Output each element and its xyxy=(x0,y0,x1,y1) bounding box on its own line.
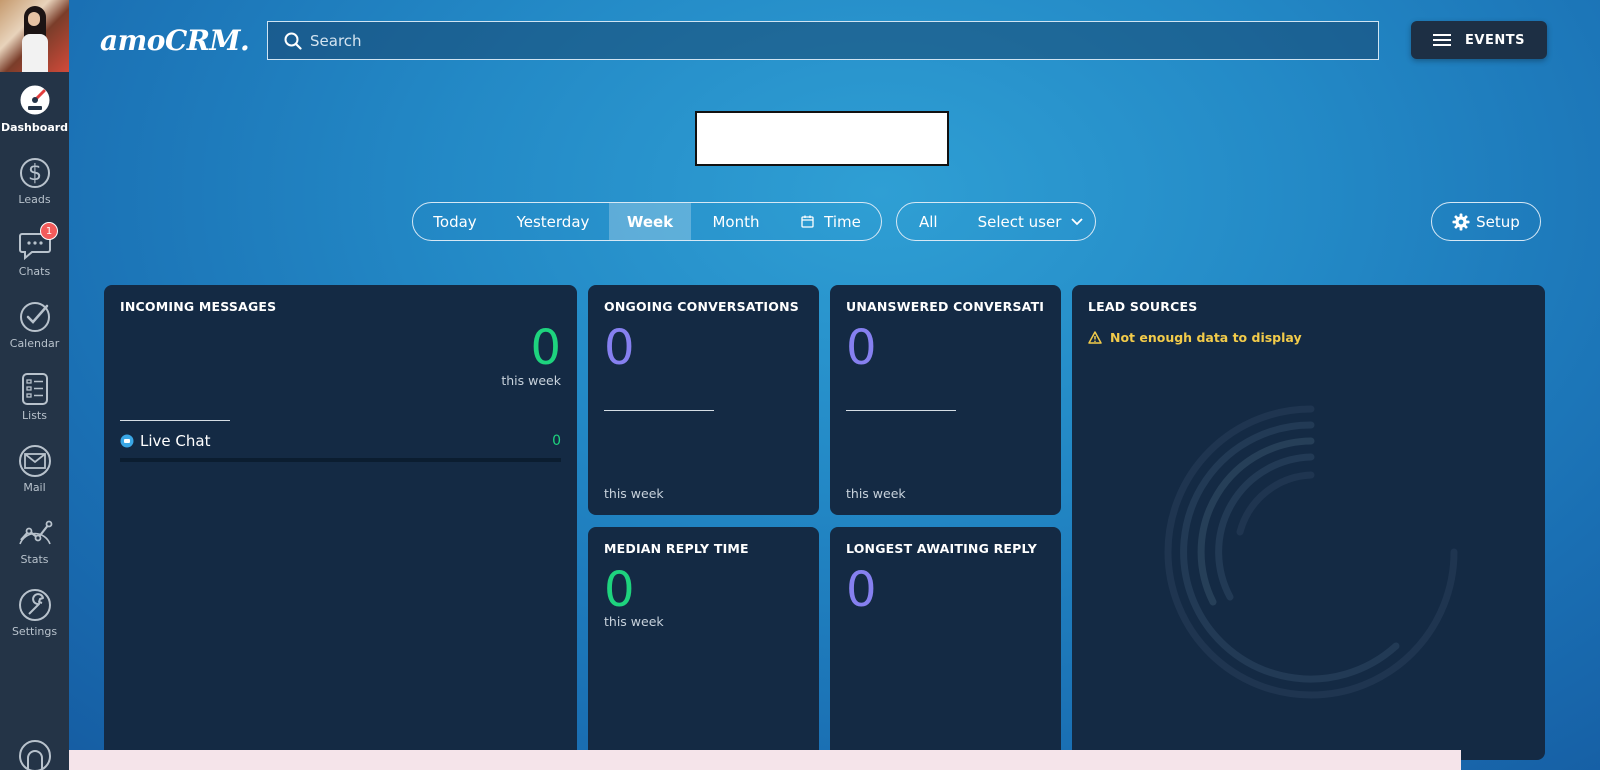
period-week[interactable]: Week xyxy=(609,203,691,240)
widget-median-reply-time[interactable]: MEDIAN REPLY TIME 0 this week xyxy=(588,527,819,760)
empty-donut-chart xyxy=(1164,405,1458,699)
dollar-icon: $ xyxy=(19,158,50,188)
unanswered-value: 0 xyxy=(846,320,877,376)
search-bar[interactable] xyxy=(267,21,1379,60)
chart-line-icon xyxy=(18,520,52,545)
period-time[interactable]: Time xyxy=(781,203,881,240)
sidebar-item-label: Dashboard xyxy=(0,121,69,134)
sidebar-item-label: Stats xyxy=(20,553,49,566)
events-label: EVENTS xyxy=(1465,32,1525,48)
period-filter: Today Yesterday Week Month Time xyxy=(412,202,882,241)
hamburger-icon xyxy=(1433,31,1452,49)
widget-title: LEAD SOURCES xyxy=(1088,299,1198,314)
events-button[interactable]: EVENTS xyxy=(1411,21,1547,59)
bottom-notification-strip xyxy=(69,750,1461,770)
user-filter-all[interactable]: All xyxy=(919,213,938,231)
chats-badge: 1 xyxy=(40,222,58,240)
setup-button[interactable]: Setup xyxy=(1431,202,1541,241)
gear-icon xyxy=(1452,213,1470,230)
widget-ongoing-conversations[interactable]: ONGOING CONVERSATIONS 0 this week xyxy=(588,285,819,515)
ongoing-sub: this week xyxy=(604,486,664,501)
channel-progress-bar xyxy=(120,458,561,462)
sidebar-item-mail[interactable]: Mail xyxy=(0,432,69,504)
sidebar-item-leads[interactable]: $ Leads xyxy=(0,144,69,216)
sidebar-item-stats[interactable]: Stats xyxy=(0,504,69,576)
search-input[interactable] xyxy=(302,31,1378,50)
sidebar-item-chats[interactable]: 1 Chats xyxy=(0,216,69,288)
period-today[interactable]: Today xyxy=(413,203,497,240)
divider xyxy=(120,420,230,421)
incoming-sub: this week xyxy=(501,373,561,388)
divider xyxy=(604,410,714,411)
widget-unanswered-conversations[interactable]: UNANSWERED CONVERSATI 0 this week xyxy=(830,285,1061,515)
select-user-label: Select user xyxy=(977,212,1062,231)
chevron-down-icon xyxy=(1071,217,1084,225)
redacted-block xyxy=(695,111,949,166)
median-sub: this week xyxy=(604,614,664,629)
user-circle-icon xyxy=(18,740,51,770)
svg-text:$: $ xyxy=(28,161,42,186)
widget-incoming-messages[interactable]: INCOMING MESSAGES 0 this week Live Chat … xyxy=(104,285,577,760)
median-value: 0 xyxy=(604,562,635,618)
channel-row: Live Chat 0 xyxy=(120,432,561,450)
setup-label: Setup xyxy=(1476,212,1520,231)
envelope-icon xyxy=(18,445,51,477)
widget-title: ONGOING CONVERSATIONS xyxy=(604,299,799,314)
sidebar-item-dashboard[interactable]: Dashboard xyxy=(0,72,69,144)
user-filter: All Select user xyxy=(896,202,1096,241)
period-yesterday[interactable]: Yesterday xyxy=(497,203,609,240)
no-data-warning: Not enough data to display xyxy=(1088,330,1529,345)
wrench-icon xyxy=(18,589,51,621)
speedometer-icon xyxy=(19,84,50,116)
sidebar-item-label: Calendar xyxy=(9,337,60,350)
search-icon xyxy=(284,32,302,50)
period-month[interactable]: Month xyxy=(691,203,781,240)
live-chat-icon xyxy=(120,434,134,448)
sidebar-item-label: Lists xyxy=(22,409,47,422)
sidebar-item-lists[interactable]: Lists xyxy=(0,360,69,432)
widget-title: INCOMING MESSAGES xyxy=(120,299,277,314)
channel-label: Live Chat xyxy=(140,432,211,450)
user-avatar[interactable] xyxy=(0,0,69,72)
incoming-value: 0 xyxy=(530,320,561,376)
sidebar-item-label: Chats xyxy=(18,265,51,278)
divider xyxy=(846,410,956,411)
calendar-icon xyxy=(801,215,814,228)
ongoing-value: 0 xyxy=(604,320,635,376)
widget-title: UNANSWERED CONVERSATI xyxy=(846,299,1045,314)
checkmark-icon xyxy=(19,302,50,332)
longest-value: 0 xyxy=(846,562,877,618)
period-time-label: Time xyxy=(824,212,861,231)
sidebar-item-label: Leads xyxy=(18,193,51,206)
unanswered-sub: this week xyxy=(846,486,906,501)
widget-lead-sources[interactable]: LEAD SOURCES Not enough data to display xyxy=(1072,285,1545,760)
profile-menu[interactable] xyxy=(0,718,69,770)
amocrm-logo[interactable]: amoCRM. xyxy=(100,24,250,57)
list-icon xyxy=(21,373,48,405)
widget-title: MEDIAN REPLY TIME xyxy=(604,541,749,556)
widget-longest-awaiting-reply[interactable]: LONGEST AWAITING REPLY 0 xyxy=(830,527,1061,760)
sidebar-item-label: Settings xyxy=(11,625,58,638)
sidebar-item-calendar[interactable]: Calendar xyxy=(0,288,69,360)
no-data-text: Not enough data to display xyxy=(1110,330,1302,345)
sidebar-item-settings[interactable]: Settings xyxy=(0,576,69,648)
channel-value: 0 xyxy=(552,433,561,449)
sidebar-item-label: Mail xyxy=(23,481,46,494)
sidebar: Dashboard $ Leads 1 Chats Calendar Lists… xyxy=(0,0,69,770)
warning-icon xyxy=(1088,331,1102,344)
widget-title: LONGEST AWAITING REPLY xyxy=(846,541,1037,556)
select-user-dropdown[interactable]: Select user xyxy=(978,213,1084,231)
